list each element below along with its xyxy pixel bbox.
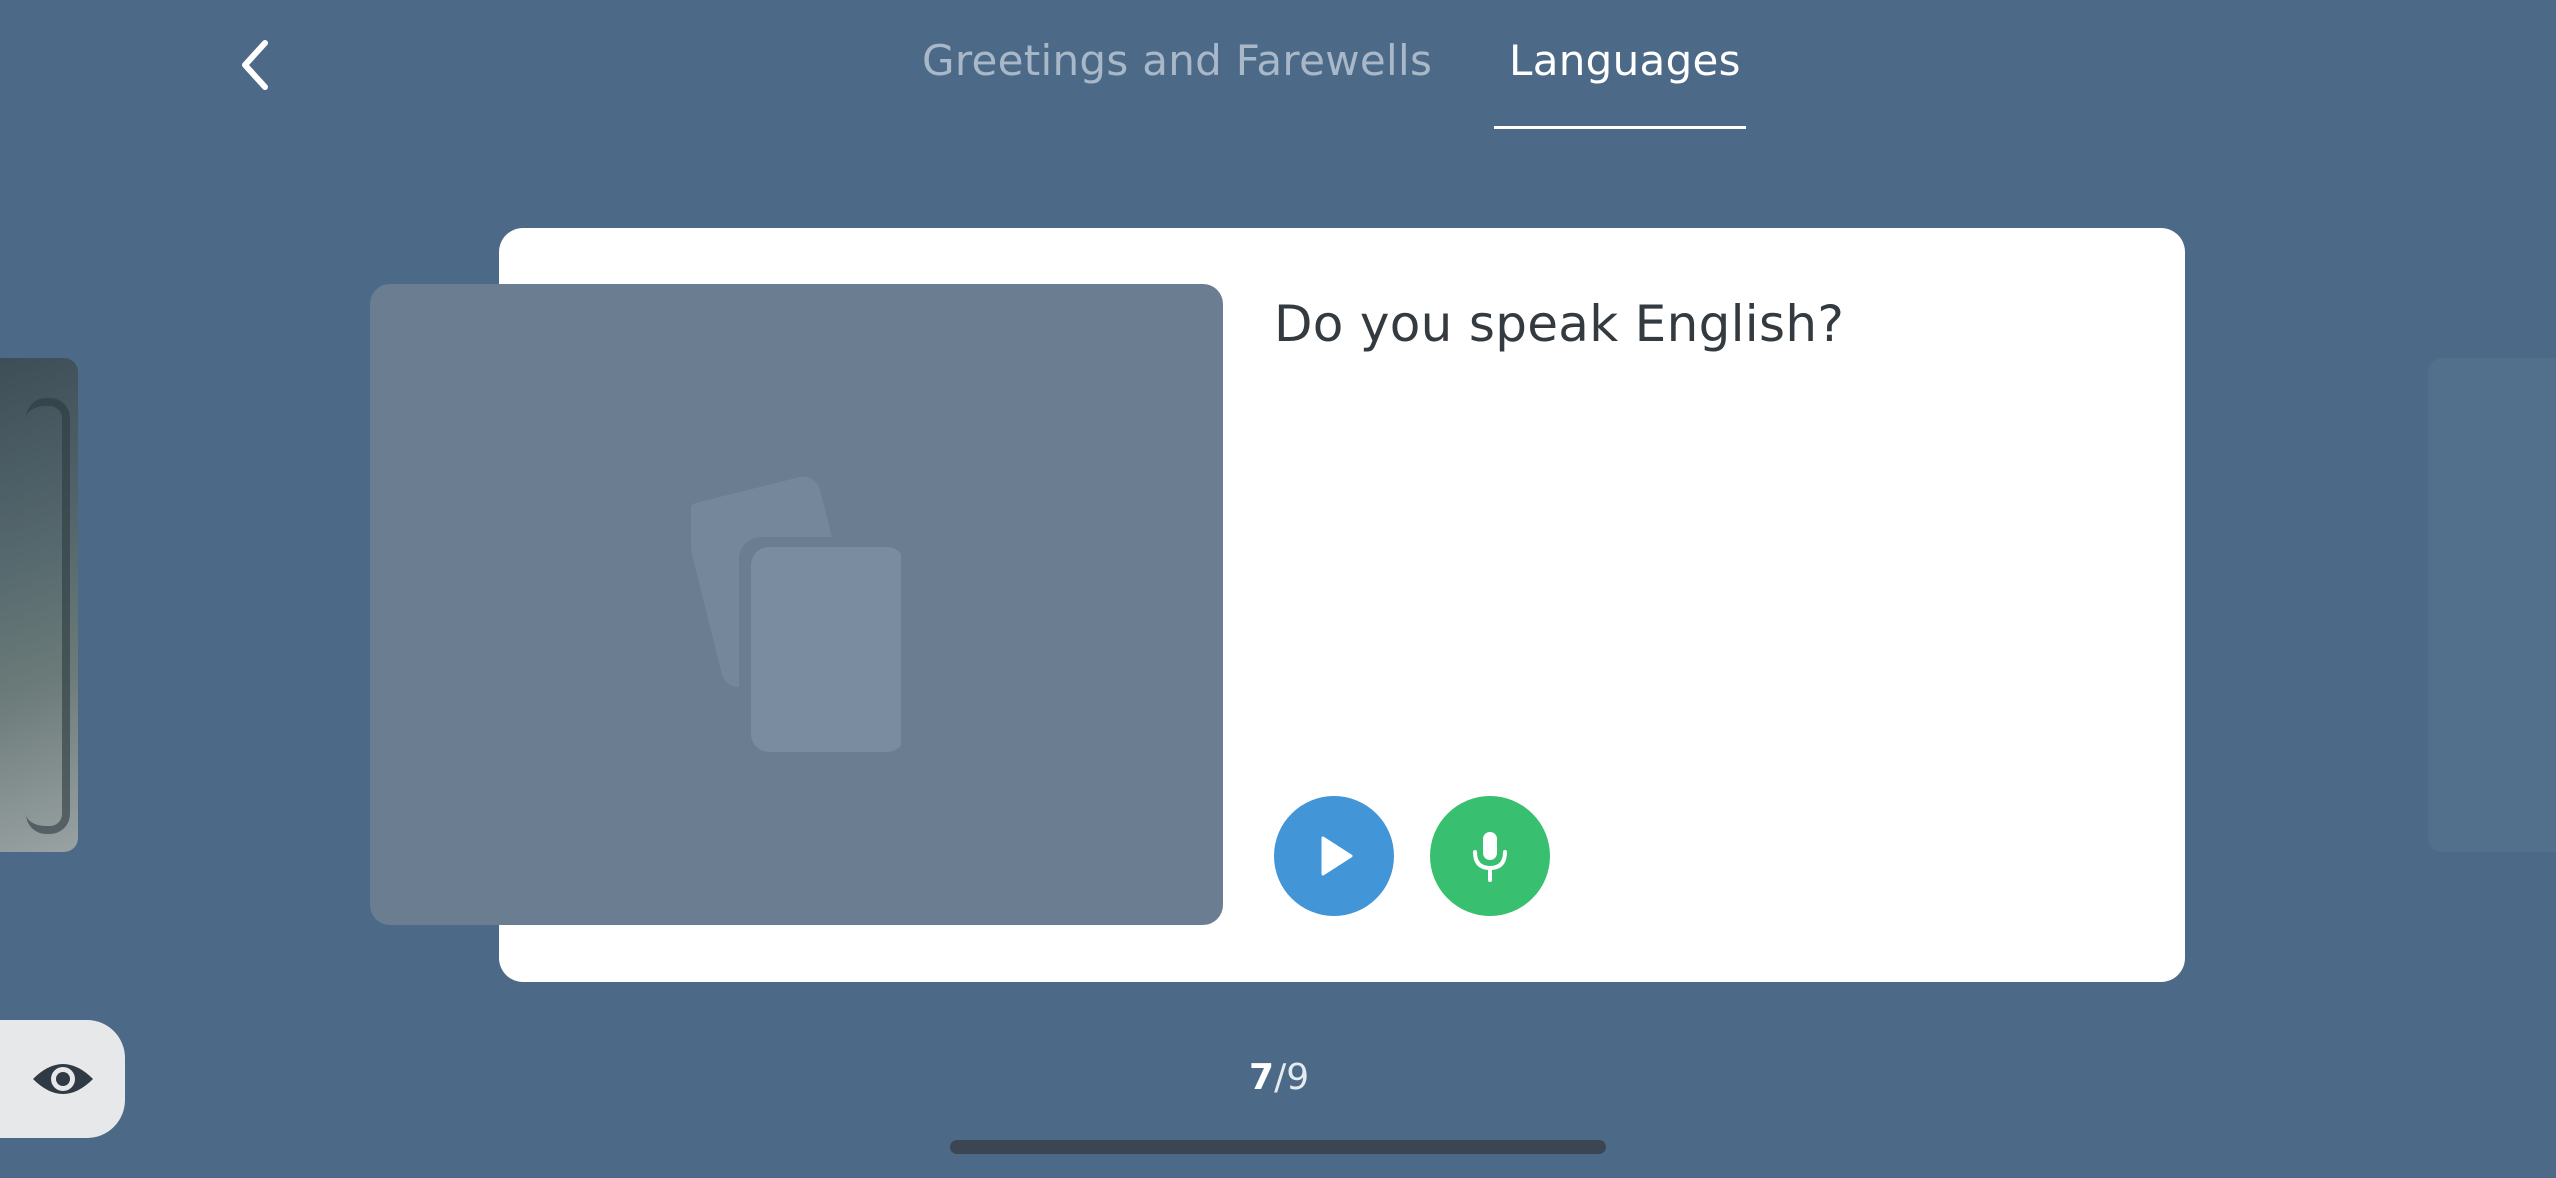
play-audio-button[interactable] <box>1274 796 1394 916</box>
card-counter: 7/9 <box>1249 1057 1309 1098</box>
tab-greetings-and-farewells[interactable]: Greetings and Farewells <box>922 36 1432 85</box>
tab-languages[interactable]: Languages <box>1509 36 1741 85</box>
total-card-count: 9 <box>1286 1057 1310 1098</box>
counter-separator: / <box>1274 1057 1287 1098</box>
tab-bar: Greetings and Farewells Languages <box>0 0 2556 140</box>
flashcards-icon <box>691 476 901 752</box>
play-icon <box>1321 836 1353 876</box>
active-tab-indicator <box>1494 126 1746 129</box>
home-indicator[interactable] <box>950 1140 1606 1154</box>
current-card-number: 7 <box>1249 1057 1275 1098</box>
next-card-preview[interactable] <box>2428 358 2556 852</box>
previous-card-preview[interactable] <box>0 358 78 852</box>
microphone-icon <box>1473 832 1507 882</box>
card-image-placeholder <box>370 284 1223 925</box>
record-button[interactable] <box>1430 796 1550 916</box>
card-prompt: Do you speak English? <box>1274 295 1845 353</box>
eye-icon <box>32 1064 93 1094</box>
previous-card-image <box>26 398 70 834</box>
reveal-toggle-button[interactable] <box>0 1020 125 1138</box>
